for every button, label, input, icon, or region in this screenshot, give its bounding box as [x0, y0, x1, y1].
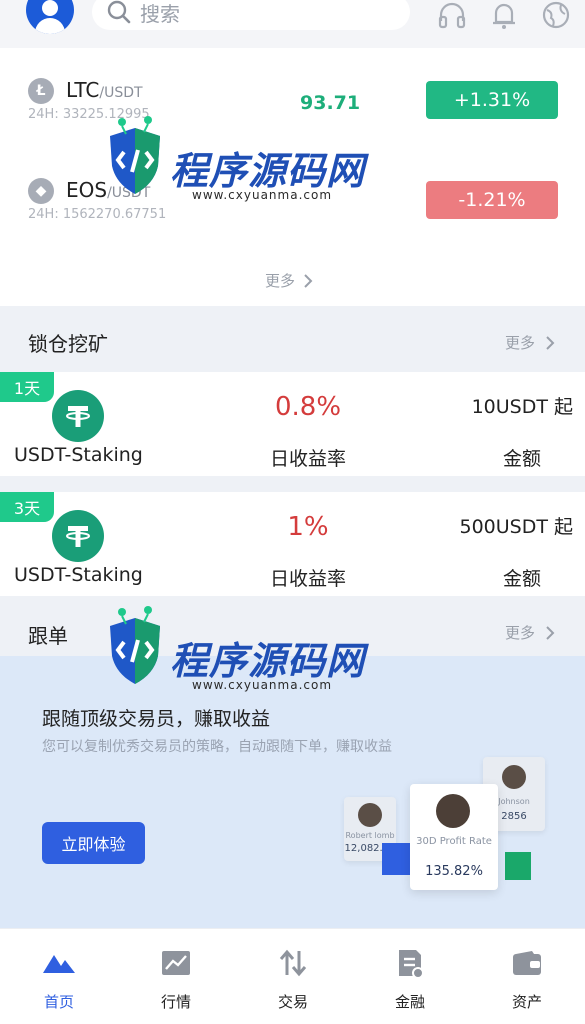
- min-amount: 10USDT 起: [471, 396, 573, 418]
- watermark-url: www.cxyuanma.com: [192, 188, 333, 202]
- banner-description: 您可以复制优秀交易员的策略，自动跟随下单，赚取收益: [42, 739, 392, 755]
- tab-label: 金融: [394, 993, 425, 1011]
- chevron-right-icon: [546, 335, 555, 350]
- tab-market[interactable]: 行情: [136, 947, 216, 1012]
- amount-label: 金额: [502, 448, 541, 470]
- change-badge-down[interactable]: -1.21%: [426, 181, 558, 219]
- decor-block-blue: [382, 843, 410, 875]
- swap-arrows-icon: [253, 947, 333, 979]
- wallet-icon: [487, 947, 567, 979]
- daily-rate: 1%: [287, 512, 329, 542]
- search-input[interactable]: 搜索: [92, 0, 410, 30]
- staking-item[interactable]: 1天 USDT-Staking 0.8% 日收益率 10USDT 起 金额: [0, 372, 585, 476]
- tab-finance[interactable]: 金融: [370, 947, 450, 1012]
- watermark: 程序源码网 www.cxyuanma.com: [104, 600, 364, 720]
- tab-home[interactable]: 首页: [19, 947, 99, 1012]
- litecoin-icon: Ł: [28, 78, 54, 104]
- avatar-icon[interactable]: [26, 0, 74, 34]
- staking-name: USDT-Staking: [14, 564, 143, 586]
- finance-doc-icon: [370, 947, 450, 979]
- change-badge-up[interactable]: +1.31%: [426, 81, 558, 119]
- home-mountain-icon: [19, 947, 99, 979]
- watermark-title: 程序源码网: [170, 639, 366, 683]
- copy-section-title: 跟单: [28, 624, 68, 648]
- headset-icon[interactable]: [435, 0, 469, 30]
- bell-icon[interactable]: [487, 0, 521, 30]
- chevron-right-icon: [304, 273, 313, 288]
- daily-rate: 0.8%: [274, 392, 342, 422]
- staking-item[interactable]: 3天 USDT-Staking 1% 日收益率 500USDT 起 金额: [0, 492, 585, 596]
- tether-icon: [52, 510, 104, 562]
- more-label: 更多: [504, 334, 535, 352]
- staking-section-title: 锁仓挖矿: [28, 332, 108, 356]
- chevron-right-icon: [546, 625, 555, 640]
- search-icon: [107, 0, 131, 24]
- duration-tag: 3天: [0, 492, 54, 522]
- more-label: 更多: [265, 272, 296, 290]
- tab-trade[interactable]: 交易: [253, 947, 333, 1012]
- market-more-link[interactable]: 更多: [265, 270, 313, 291]
- staking-name: USDT-Staking: [14, 444, 143, 466]
- daily-rate-label: 日收益率: [269, 568, 346, 590]
- profit-metric-label: 30D Profit Rate: [416, 836, 492, 847]
- coin-pair: LTC/USDT: [66, 78, 143, 102]
- decor-block-green: [505, 852, 531, 880]
- top-bar: 搜索: [0, 0, 585, 48]
- search-placeholder: 搜索: [140, 1, 180, 26]
- daily-rate-label: 日收益率: [269, 448, 346, 470]
- shield-logo-icon: [110, 606, 160, 684]
- amount-label: 金额: [502, 568, 541, 590]
- try-now-button[interactable]: 立即体验: [42, 822, 145, 864]
- tab-label: 行情: [160, 993, 191, 1011]
- more-label: 更多: [504, 624, 535, 642]
- min-amount: 500USDT 起: [459, 516, 573, 538]
- watermark-title: 程序源码网: [170, 149, 366, 193]
- bottom-tab-bar: 首页 行情 交易 金融 资产: [0, 928, 585, 1024]
- tab-label: 交易: [277, 993, 308, 1011]
- tab-label: 首页: [43, 993, 74, 1011]
- shield-logo-icon: [110, 116, 160, 194]
- tab-label: 资产: [511, 993, 542, 1011]
- profit-rate-value: 135.82%: [425, 864, 483, 879]
- eos-icon: ◆: [28, 178, 54, 204]
- tether-icon: [52, 390, 104, 442]
- globe-icon[interactable]: [539, 0, 573, 30]
- staking-more-link[interactable]: 更多: [505, 332, 555, 353]
- trader-avatar: [436, 794, 470, 828]
- duration-tag: 1天: [0, 372, 54, 402]
- trader-card-main: 30D Profit Rate 135.82%: [410, 784, 498, 890]
- copy-more-link[interactable]: 更多: [505, 622, 555, 643]
- chart-icon: [136, 947, 216, 979]
- watermark: 程序源码网 www.cxyuanma.com: [104, 110, 364, 230]
- tab-assets[interactable]: 资产: [487, 947, 567, 1012]
- trader-name: Robert lomb: [345, 831, 395, 840]
- trader-avatar: [502, 765, 526, 789]
- trader-avatar: [358, 803, 382, 827]
- watermark-url: www.cxyuanma.com: [192, 678, 333, 692]
